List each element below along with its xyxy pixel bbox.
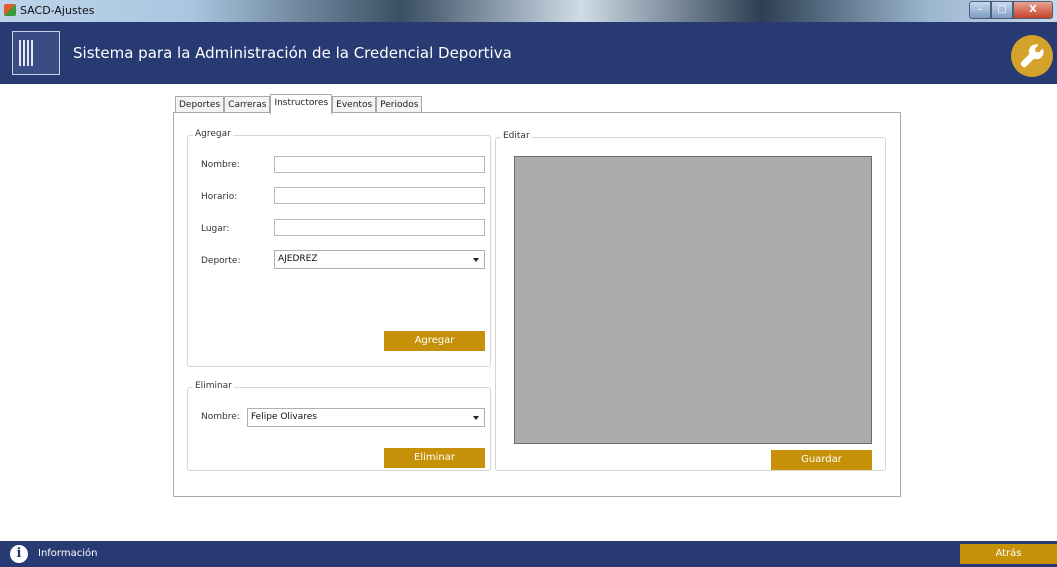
instructores-panel: Agregar Nombre: Horario: Lugar: Deporte:…	[173, 112, 901, 497]
info-icon[interactable]: i	[10, 545, 28, 563]
editar-group: Editar Guardar	[495, 131, 886, 471]
minimize-button[interactable]: –	[969, 1, 991, 19]
eliminar-nombre-select[interactable]: Felipe Olivares	[247, 408, 485, 427]
guardar-button[interactable]: Guardar	[771, 450, 872, 470]
agregar-button[interactable]: Agregar	[384, 331, 485, 351]
close-button[interactable]: X	[1013, 1, 1053, 19]
tab-instructores[interactable]: Instructores	[270, 94, 333, 115]
agregar-legend: Agregar	[193, 129, 233, 139]
nombre-label: Nombre:	[201, 160, 240, 170]
atras-button[interactable]: Atrás	[960, 544, 1057, 564]
lugar-input[interactable]	[274, 219, 485, 236]
lugar-label: Lugar:	[201, 224, 230, 234]
eliminar-button[interactable]: Eliminar	[384, 448, 485, 468]
window-controls: – □ X	[969, 1, 1053, 19]
window-titlebar: SACD-Ajustes – □ X	[0, 0, 1057, 22]
app-title: Sistema para la Administración de la Cre…	[73, 44, 512, 62]
wrench-icon	[1020, 44, 1044, 68]
chevron-down-icon	[473, 416, 479, 420]
deporte-select-value: AJEDREZ	[278, 254, 318, 264]
wrench-settings-button[interactable]	[1011, 35, 1053, 77]
eliminar-group: Eliminar Nombre: Felipe Olivares Elimina…	[187, 381, 491, 471]
maximize-button[interactable]: □	[991, 1, 1013, 19]
app-footer: i Información Atrás	[0, 541, 1057, 567]
deporte-select[interactable]: AJEDREZ	[274, 250, 485, 269]
horario-input[interactable]	[274, 187, 485, 204]
unam-logo	[12, 31, 60, 75]
editar-legend: Editar	[501, 131, 532, 141]
deporte-label: Deporte:	[201, 256, 241, 266]
app-icon	[4, 4, 16, 16]
horario-label: Horario:	[201, 192, 238, 202]
window-title: SACD-Ajustes	[20, 4, 95, 17]
logo-columns-icon	[19, 40, 33, 66]
eliminar-nombre-value: Felipe Olivares	[251, 412, 317, 422]
nombre-input[interactable]	[274, 156, 485, 173]
editar-preview-area[interactable]	[514, 156, 872, 444]
agregar-group: Agregar Nombre: Horario: Lugar: Deporte:…	[187, 129, 491, 367]
eliminar-legend: Eliminar	[193, 381, 234, 391]
app-header: Sistema para la Administración de la Cre…	[0, 22, 1057, 84]
eliminar-nombre-label: Nombre:	[201, 412, 240, 422]
chevron-down-icon	[473, 258, 479, 262]
informacion-link[interactable]: Información	[38, 548, 97, 559]
